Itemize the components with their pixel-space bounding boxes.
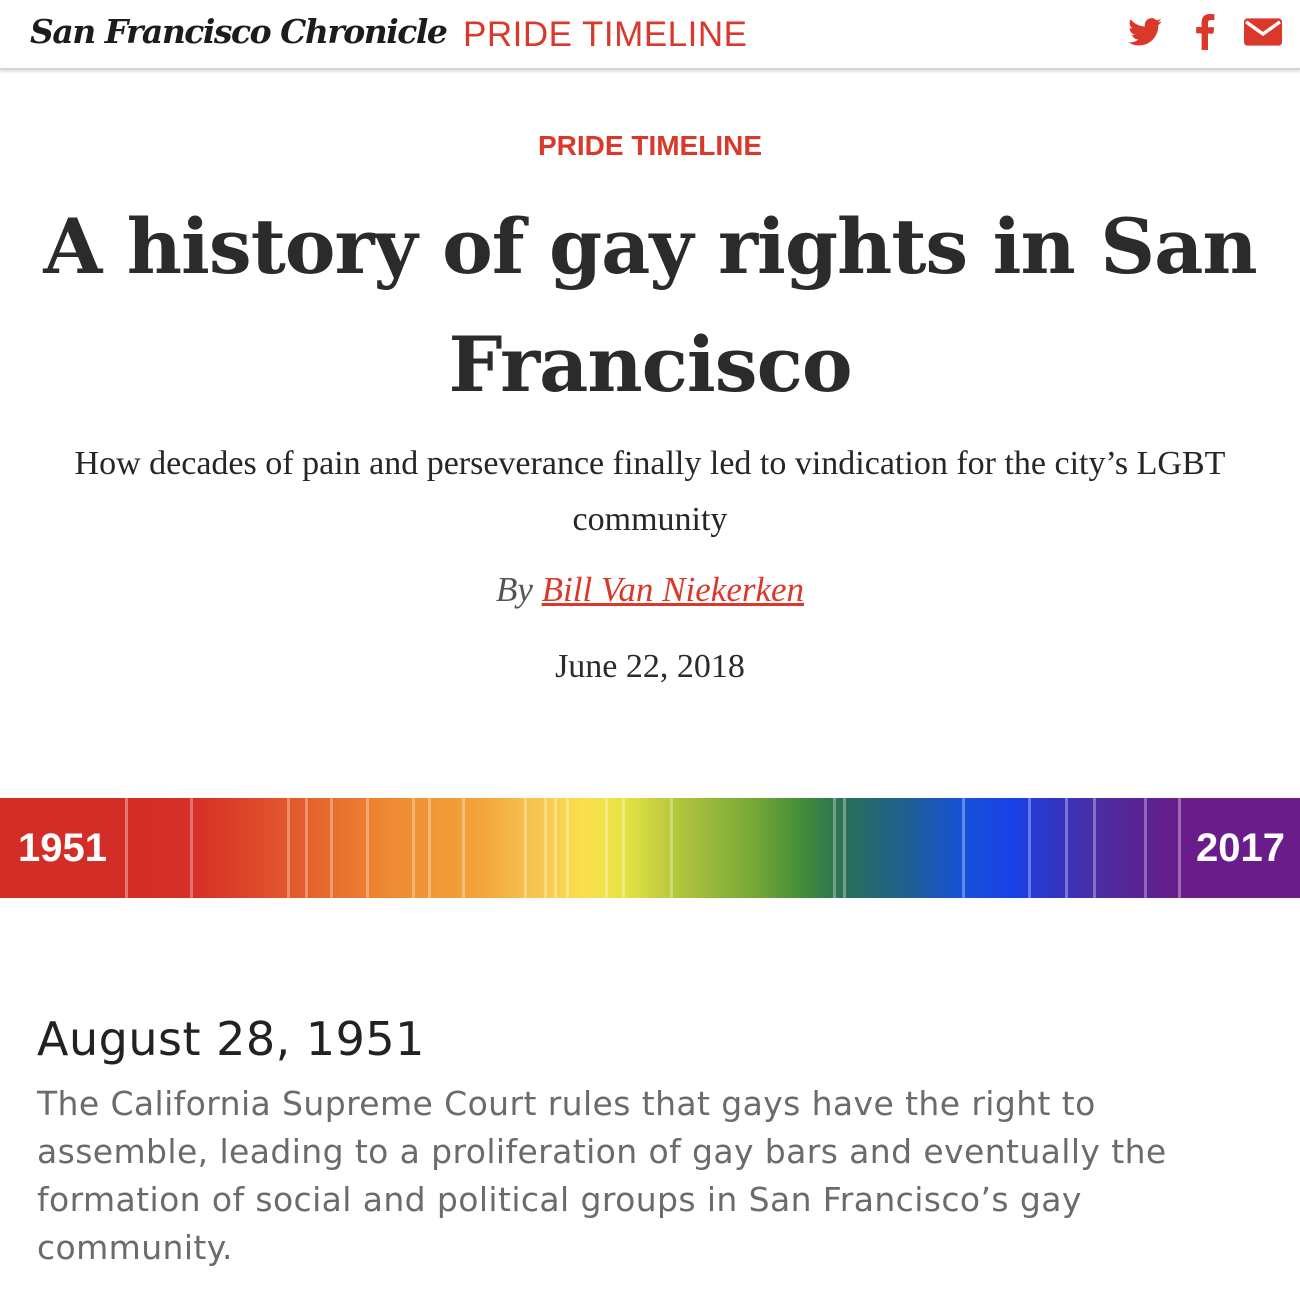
facebook-share-button[interactable]: [1190, 12, 1220, 52]
timeline-tick[interactable]: [1093, 798, 1096, 898]
timeline-tick[interactable]: [287, 798, 290, 898]
article-subtitle: How decades of pain and perseverance fin…: [74, 445, 1226, 538]
twitter-share-button[interactable]: [1125, 12, 1165, 52]
entry-description: The California Supreme Court rules that …: [37, 1084, 1167, 1267]
timeline-tick[interactable]: [190, 798, 193, 898]
page-title: A history of gay rights in San Francisco: [43, 202, 1257, 409]
byline: By Bill Van Niekerken: [0, 570, 1300, 610]
timeline-tick[interactable]: [305, 798, 308, 898]
timeline-navigator[interactable]: 1951 2017: [0, 798, 1300, 898]
timeline-tick[interactable]: [412, 798, 415, 898]
timeline-start-year[interactable]: 1951: [0, 798, 128, 898]
email-share-button[interactable]: [1243, 12, 1283, 52]
timeline-end-year[interactable]: 2017: [1178, 798, 1300, 898]
timeline-tick[interactable]: [670, 798, 673, 898]
timeline-tick[interactable]: [554, 798, 557, 898]
timeline-tick[interactable]: [833, 798, 836, 898]
publish-date: June 22, 2018: [555, 648, 745, 685]
timeline-tick[interactable]: [330, 798, 333, 898]
timeline-tick[interactable]: [622, 798, 625, 898]
timeline-tick[interactable]: [605, 798, 608, 898]
timeline-tick[interactable]: [962, 798, 965, 898]
section-link[interactable]: PRIDE TIMELINE: [463, 15, 747, 55]
twitter-icon: [1128, 18, 1162, 46]
timeline-tick[interactable]: [366, 798, 369, 898]
timeline-tick[interactable]: [566, 798, 569, 898]
facebook-icon: [1196, 14, 1215, 50]
masthead-logo[interactable]: San Francisco Chronicle: [30, 12, 448, 51]
timeline-tick[interactable]: [843, 798, 846, 898]
timeline-tick[interactable]: [1065, 798, 1068, 898]
timeline-tick[interactable]: [1028, 798, 1031, 898]
section-kicker: PRIDE TIMELINE: [537, 130, 762, 161]
timeline-tick[interactable]: [524, 798, 527, 898]
byline-prefix: By: [495, 570, 533, 609]
timeline-tick[interactable]: [428, 798, 431, 898]
entry-date: August 28, 1951: [37, 1012, 425, 1066]
timeline-tick[interactable]: [544, 798, 547, 898]
email-icon: [1244, 18, 1282, 46]
timeline-tick[interactable]: [1144, 798, 1147, 898]
timeline-tick[interactable]: [462, 798, 465, 898]
top-nav-bar: San Francisco Chronicle PRIDE TIMELINE: [0, 0, 1300, 70]
author-link[interactable]: Bill Van Niekerken: [542, 570, 804, 609]
